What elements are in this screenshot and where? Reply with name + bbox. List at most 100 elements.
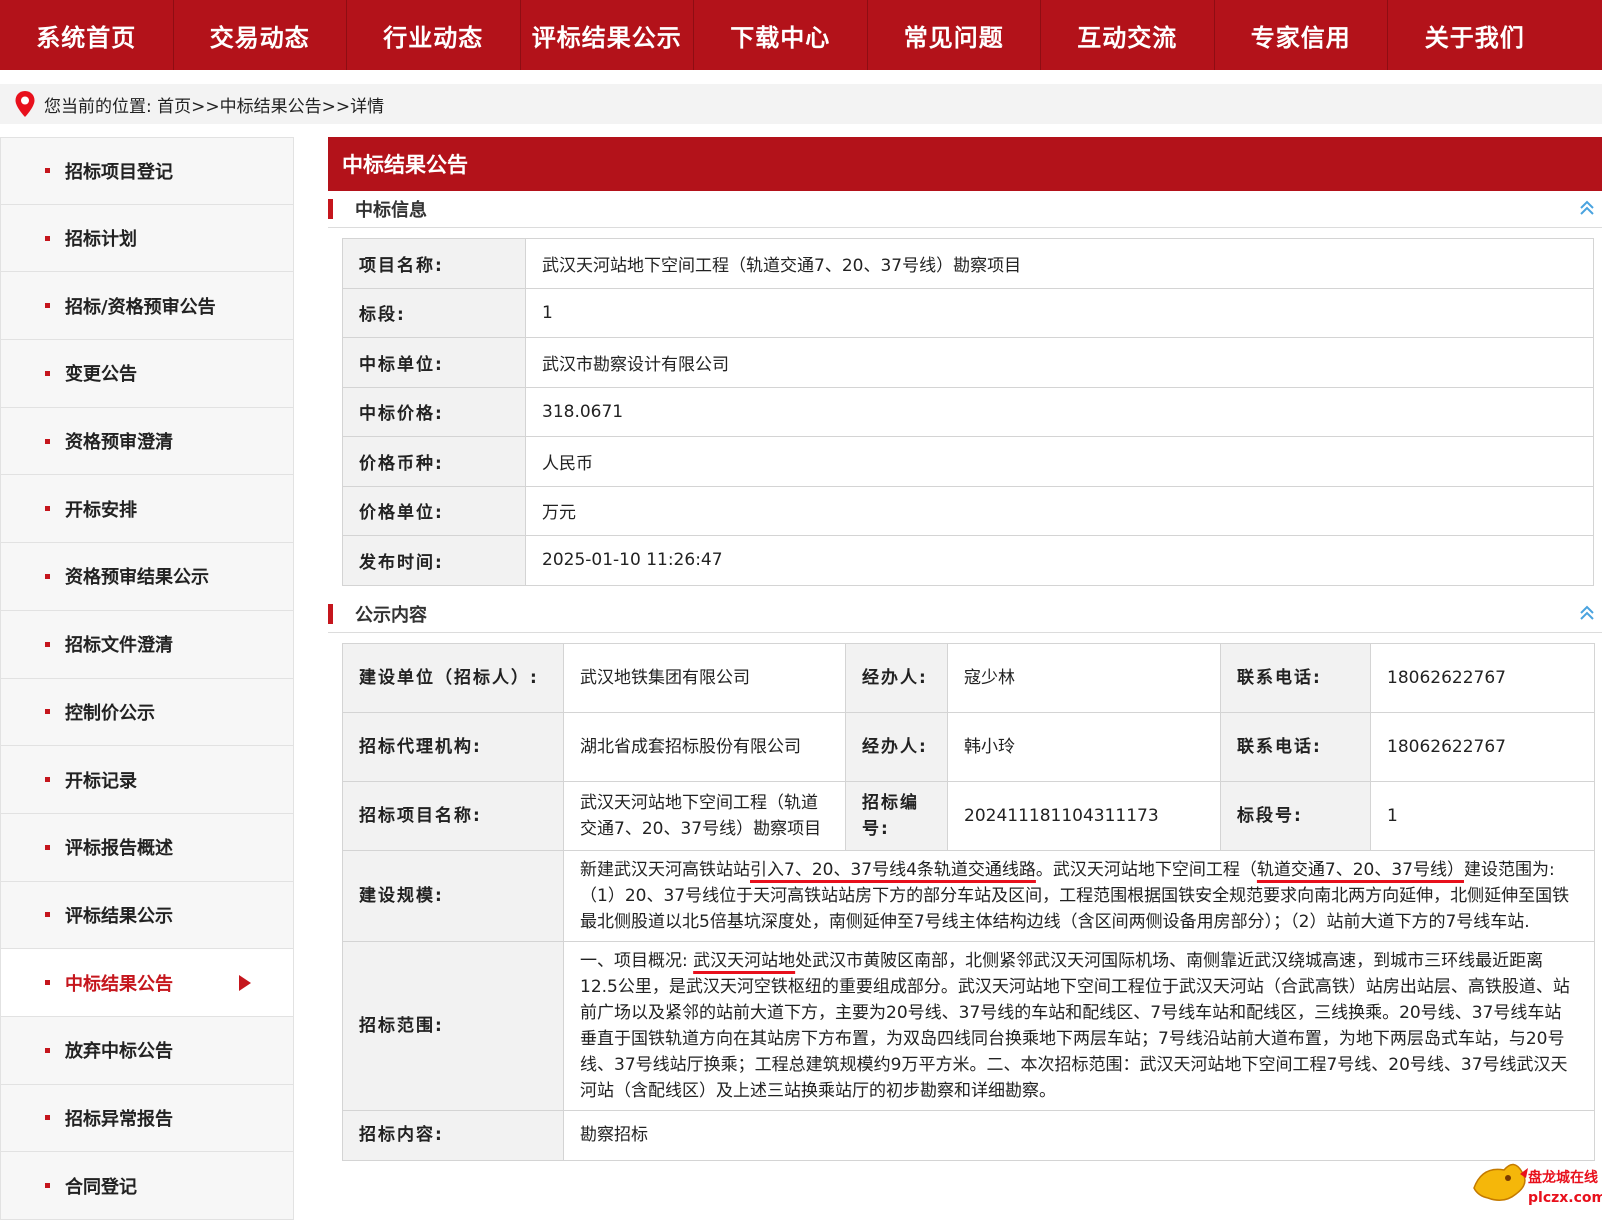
- sidebar-item-label: 招标项目登记: [65, 161, 173, 183]
- watermark-line2: plczx.com: [1528, 1190, 1602, 1206]
- section-header-award-info: 中标信息: [328, 191, 1602, 228]
- bullet-icon: [45, 980, 50, 986]
- sidebar-item-label: 招标异常报告: [65, 1108, 173, 1130]
- nav-expert-credit[interactable]: 专家信用: [1215, 0, 1388, 70]
- award-info-table: 项目名称: 武汉天河站地下空间工程（轨道交通7、20、37号线）勘察项目 标段: 1…: [342, 238, 1594, 586]
- field-value: 寇少林: [947, 642, 1221, 713]
- sidebar-item-award-notice[interactable]: 中标结果公告: [0, 949, 294, 1017]
- sidebar-item-opening-schedule[interactable]: 开标安排: [0, 475, 294, 544]
- sidebar-item-label: 中标结果公告: [65, 973, 173, 995]
- table-row: 价格币种: 人民币: [342, 436, 1594, 487]
- field-label: 招标内容:: [342, 1109, 564, 1161]
- field-value: 18062622767: [1370, 642, 1595, 713]
- nav-about-us[interactable]: 关于我们: [1388, 0, 1562, 70]
- sidebar-item-label: 控制价公示: [65, 702, 155, 724]
- table-row: 招标代理机构: 湖北省成套招标股份有限公司 经办人: 韩小玲 联系电话: 180…: [342, 711, 1595, 782]
- field-value: 1: [1370, 780, 1595, 851]
- section-title: 中标信息: [355, 200, 427, 221]
- nav-faq[interactable]: 常见问题: [868, 0, 1041, 70]
- nav-bid-evaluation[interactable]: 评标结果公示: [521, 0, 694, 70]
- text-segment: 一、项目概况:: [580, 950, 694, 971]
- collapse-icon[interactable]: [1578, 604, 1596, 622]
- field-label: 项目名称:: [342, 238, 526, 289]
- bullet-icon: [45, 438, 50, 444]
- sidebar-item-doc-clarification[interactable]: 招标文件澄清: [0, 610, 294, 679]
- field-label: 建设单位（招标人）:: [342, 642, 564, 713]
- field-label: 招标项目名称:: [342, 780, 564, 851]
- nav-downloads[interactable]: 下载中心: [694, 0, 868, 70]
- collapse-icon[interactable]: [1578, 199, 1596, 217]
- field-value: 人民币: [525, 436, 1594, 487]
- sidebar-item-evaluation-result[interactable]: 评标结果公示: [0, 881, 294, 950]
- page-title: 中标结果公告: [328, 137, 1602, 191]
- table-row: 中标单位: 武汉市勘察设计有限公司: [342, 337, 1594, 388]
- field-value: 202411181104311173: [947, 780, 1221, 851]
- sidebar-item-label: 放弃中标公告: [65, 1041, 173, 1063]
- sidebar-item-exception-report[interactable]: 招标异常报告: [0, 1084, 294, 1153]
- field-label: 价格单位:: [342, 485, 526, 536]
- nav-industry-news[interactable]: 行业动态: [347, 0, 521, 70]
- nav-trade-news[interactable]: 交易动态: [174, 0, 347, 70]
- field-value: 18062622767: [1370, 711, 1595, 782]
- bullet-icon: [45, 777, 50, 783]
- bullet-icon: [45, 709, 50, 715]
- table-row: 中标价格: 318.0671: [342, 386, 1594, 437]
- bullet-icon: [45, 573, 50, 579]
- sidebar-item-prequal-notice[interactable]: 招标/资格预审公告: [0, 272, 294, 341]
- field-label: 经办人:: [845, 711, 948, 782]
- sidebar-item-label: 招标计划: [65, 229, 137, 251]
- sidebar-item-label: 评标报告概述: [65, 838, 173, 860]
- sidebar-item-evaluation-report[interactable]: 评标报告概述: [0, 813, 294, 882]
- bullet-icon: [45, 1183, 50, 1189]
- bullet-icon: [45, 506, 50, 512]
- sidebar-item-project-registration[interactable]: 招标项目登记: [0, 137, 294, 205]
- watermark-line1: 盘龙城在线: [1528, 1169, 1598, 1186]
- sidebar-item-opening-record[interactable]: 开标记录: [0, 746, 294, 814]
- bullet-icon: [45, 844, 50, 850]
- field-label: 发布时间:: [342, 535, 526, 586]
- sidebar-item-label: 资格预审结果公示: [65, 567, 209, 589]
- text-segment: 。武汉天河站地下空间工程（: [1035, 859, 1257, 880]
- nav-interaction[interactable]: 互动交流: [1041, 0, 1215, 70]
- sidebar-item-control-price[interactable]: 控制价公示: [0, 678, 294, 747]
- sidebar-item-prequal-clarification[interactable]: 资格预审澄清: [0, 407, 294, 476]
- highlighted-text: 引入7、20、37号线4条轨道交通线路: [750, 859, 1036, 880]
- highlighted-text: 轨道交通7、20、37号线）: [1256, 859, 1464, 880]
- sidebar-item-label: 资格预审澄清: [65, 432, 173, 454]
- field-label: 价格币种:: [342, 436, 526, 487]
- sidebar-item-abandon-notice[interactable]: 放弃中标公告: [0, 1016, 294, 1085]
- field-label: 经办人:: [845, 642, 948, 713]
- table-row: 建设规模: 新建武汉天河高铁站站引入7、20、37号线4条轨道交通线路。武汉天河…: [342, 849, 1595, 942]
- location-pin-icon: [15, 91, 35, 117]
- main-content: 中标结果公告 中标信息 项目名称: 武汉天河站地下空间工程（轨道交通7、20、37…: [328, 137, 1602, 1161]
- field-value: 武汉天河站地下空间工程（轨道交通7、20、37号线）勘察项目: [525, 238, 1594, 289]
- section-title: 公示内容: [355, 604, 427, 626]
- text-segment: 新建武汉天河高铁站站: [580, 859, 750, 880]
- sidebar-item-label: 招标/资格预审公告: [65, 296, 216, 318]
- field-label: 联系电话:: [1220, 711, 1371, 782]
- field-value: 武汉天河站地下空间工程（轨道交通7、20、37号线）勘察项目: [563, 780, 846, 851]
- table-row: 招标内容: 勘察招标: [342, 1109, 1595, 1161]
- field-label: 建设规模:: [342, 849, 564, 942]
- active-arrow-icon: [239, 974, 251, 991]
- table-row: 发布时间: 2025-01-10 11:26:47: [342, 535, 1594, 586]
- sidebar-item-label: 评标结果公示: [65, 905, 173, 927]
- field-label: 标段:: [342, 287, 526, 338]
- breadcrumb-text[interactable]: 您当前的位置: 首页>>中标结果公告>>详情: [44, 92, 384, 117]
- nav-home[interactable]: 系统首页: [0, 0, 174, 70]
- sidebar-item-change-notice[interactable]: 变更公告: [0, 340, 294, 408]
- table-row: 招标范围: 一、项目概况: 武汉天河站地处武汉市黄陂区南部，北侧紧邻武汉天河国际…: [342, 940, 1595, 1111]
- sidebar-item-label: 开标安排: [65, 499, 137, 521]
- sidebar-item-bid-plan[interactable]: 招标计划: [0, 204, 294, 273]
- sidebar-item-label: 合同登记: [65, 1176, 137, 1198]
- field-value: 武汉地铁集团有限公司: [563, 642, 846, 713]
- site-watermark-logo: 盘龙城在线 plczx.com: [1473, 1163, 1602, 1206]
- sidebar-item-prequal-result[interactable]: 资格预审结果公示: [0, 543, 294, 611]
- field-label: 中标单位:: [342, 337, 526, 388]
- table-row: 项目名称: 武汉天河站地下空间工程（轨道交通7、20、37号线）勘察项目: [342, 238, 1594, 289]
- highlighted-text: 武汉天河站地: [693, 950, 796, 971]
- text-segment: 处武汉市黄陂区南部，北侧紧邻武汉天河国际机场、南侧靠近武汉绕城高速，到城市三环线…: [580, 950, 1570, 1101]
- bullet-icon: [45, 1047, 50, 1053]
- sidebar-item-contract-registration[interactable]: 合同登记: [0, 1152, 294, 1220]
- field-label: 联系电话:: [1220, 642, 1371, 713]
